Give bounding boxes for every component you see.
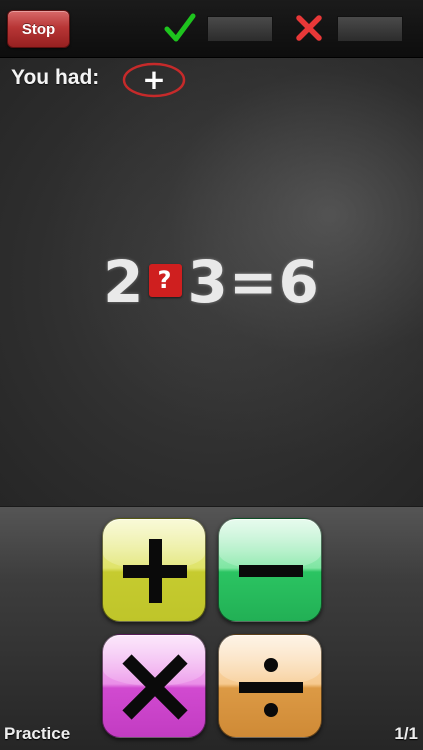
equation-left: 2: [103, 248, 145, 316]
equation-result: 6: [278, 248, 320, 316]
divide-icon: [239, 658, 303, 717]
page-counter: 1/1: [394, 724, 418, 743]
cross-icon: [296, 15, 322, 41]
plus-icon: [123, 539, 187, 603]
previous-answer-circled: +: [122, 62, 186, 98]
equation-equals: =: [228, 248, 279, 316]
chalkboard: You had: + 2 ? 3 = 6: [0, 58, 423, 506]
times-icon: [122, 654, 188, 720]
top-bar: Stop: [0, 0, 423, 58]
unknown-operator-badge: ?: [148, 263, 182, 297]
previous-operator: +: [142, 63, 165, 96]
divide-button[interactable]: [218, 634, 322, 738]
plus-button[interactable]: [102, 518, 206, 622]
minus-icon: [239, 565, 303, 577]
checkmark-icon: [164, 13, 196, 42]
operator-panel: Practice 1/1: [0, 506, 423, 750]
stop-button[interactable]: Stop: [7, 10, 70, 48]
correct-count: [207, 16, 273, 42]
minus-button[interactable]: [218, 518, 322, 622]
mode-label: Practice: [4, 724, 71, 743]
you-had-label: You had:: [11, 66, 100, 89]
equation: 2 ? 3 = 6: [0, 248, 423, 316]
times-button[interactable]: [102, 634, 206, 738]
wrong-count: [337, 16, 403, 42]
equation-right: 3: [187, 248, 229, 316]
